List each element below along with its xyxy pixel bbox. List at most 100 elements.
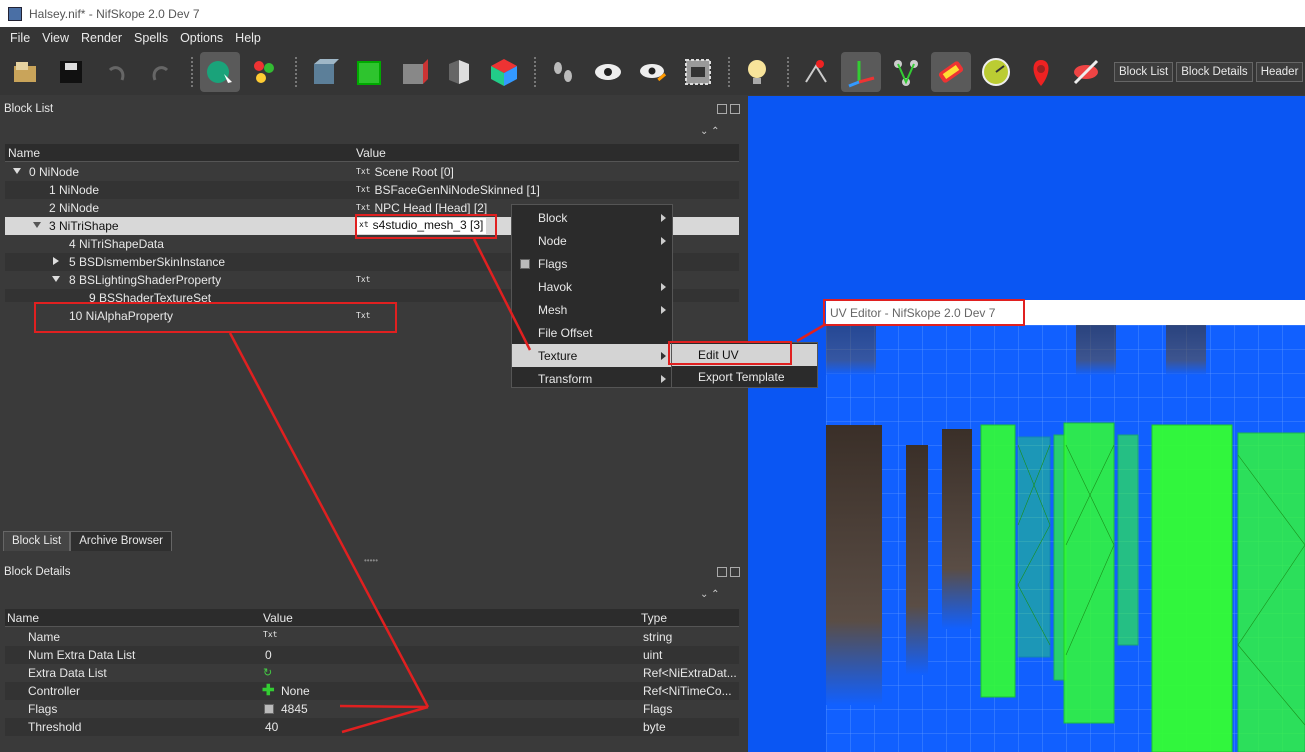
gauge-icon[interactable] (976, 52, 1016, 92)
row-name: 3 NiTriShape (49, 219, 119, 233)
hide-icon[interactable] (1066, 52, 1106, 92)
gray-box-icon[interactable] (394, 52, 434, 92)
field-value[interactable]: 4845 (281, 702, 308, 716)
field-type: Flags (643, 702, 673, 716)
block-list-title: Block List (0, 100, 748, 118)
block-details-title: Block Details (0, 563, 748, 581)
details-table: Name Value Type Name Txt string Num Extr… (5, 609, 739, 752)
annotation-box-mesh-value (355, 214, 497, 239)
float-icon[interactable] (717, 567, 727, 577)
txt-icon: Txt (356, 203, 371, 212)
menu-item-flags[interactable]: Flags (512, 252, 672, 275)
column-header-type[interactable]: Type (641, 611, 667, 625)
block-list-toggle-button[interactable]: Block List (1114, 62, 1174, 82)
details-row[interactable]: Extra Data List ↻ Ref<NiExtraDat... (5, 664, 739, 682)
menu-item-export-template[interactable]: Export Template (672, 366, 817, 388)
texture-icon[interactable] (931, 52, 971, 92)
menu-item-block[interactable]: Block (512, 206, 672, 229)
tree-header: Name Value (5, 144, 739, 162)
field-value[interactable]: 0 (265, 648, 272, 662)
select-multi-icon[interactable] (245, 52, 285, 92)
field-name: Threshold (28, 720, 82, 734)
column-header-value[interactable]: Value (263, 611, 293, 625)
menu-item-file-offset[interactable]: File Offset (512, 321, 672, 344)
select-icon[interactable] (200, 52, 240, 92)
redo-icon[interactable] (141, 52, 181, 92)
green-box-icon[interactable] (349, 52, 389, 92)
field-type: byte (643, 720, 666, 734)
row-value: Txt BSFaceGenNiNodeSkinned [1] (356, 183, 540, 197)
details-row[interactable]: Num Extra Data List 0 uint (5, 646, 739, 664)
details-row[interactable]: Flags 4845 Flags (5, 700, 739, 718)
row-name: 8 BSLightingShaderProperty (69, 273, 222, 287)
toolbar-separator (191, 57, 195, 87)
menu-item-texture[interactable]: Texture (512, 344, 672, 367)
row-name: 1 NiNode (49, 183, 100, 197)
uv-editor-canvas[interactable] (826, 325, 1305, 752)
field-value[interactable]: None (281, 684, 310, 698)
menu-item-transform[interactable]: Transform (512, 367, 672, 390)
expand-arrow-icon[interactable] (13, 168, 21, 174)
column-header-name[interactable]: Name (7, 611, 39, 625)
field-name: Flags (28, 702, 58, 716)
tab-block-list[interactable]: Block List (3, 531, 71, 551)
vertex-icon[interactable] (796, 52, 836, 92)
light-icon[interactable] (737, 52, 777, 92)
bones-icon[interactable] (886, 52, 926, 92)
expand-arrow-icon[interactable] (33, 222, 41, 228)
menu-item-havok[interactable]: Havok (512, 275, 672, 298)
marker-icon[interactable] (1021, 52, 1061, 92)
tree-row[interactable]: 1 NiNode Txt BSFaceGenNiNodeSkinned [1] (5, 181, 739, 199)
refresh-icon: ↻ (263, 667, 273, 679)
txt-icon: Txt (263, 630, 278, 639)
half-box-icon[interactable] (439, 52, 479, 92)
details-row[interactable]: Name Txt string (5, 628, 739, 646)
menu-help[interactable]: Help (229, 31, 267, 45)
add-icon[interactable]: ✚ (262, 681, 275, 699)
menu-render[interactable]: Render (75, 31, 128, 45)
eye-edit-icon[interactable] (633, 52, 673, 92)
footprints-icon[interactable] (543, 52, 583, 92)
box-icon[interactable] (304, 52, 344, 92)
close-icon[interactable] (730, 567, 740, 577)
field-value[interactable]: 40 (265, 720, 278, 734)
collapse-arrows-icon[interactable]: ⌄ ⌃ (700, 126, 720, 137)
axes-icon[interactable] (841, 52, 881, 92)
color-box-icon[interactable] (484, 52, 524, 92)
menu-view[interactable]: View (36, 31, 75, 45)
menu-item-node[interactable]: Node (512, 229, 672, 252)
row-value-text: BSFaceGenNiNodeSkinned [1] (374, 183, 540, 197)
camera-icon[interactable] (678, 52, 718, 92)
header-toggle-button[interactable]: Header (1255, 62, 1304, 82)
expand-arrow-icon[interactable] (53, 257, 59, 265)
menu-file[interactable]: File (4, 31, 36, 45)
column-header-value[interactable]: Value (356, 146, 386, 160)
row-name: 2 NiNode (49, 201, 100, 215)
menu-options[interactable]: Options (174, 31, 229, 45)
undo-icon[interactable] (96, 52, 136, 92)
details-row[interactable]: Threshold 40 byte (5, 718, 739, 736)
tree-row[interactable]: 0 NiNode Txt Scene Root [0] (5, 163, 739, 181)
collapse-arrows-icon[interactable]: ⌄ ⌃ (700, 589, 720, 600)
block-details-toggle-button[interactable]: Block Details (1176, 62, 1253, 82)
row-value-text: NPC Head [Head] [2] (374, 201, 488, 215)
dock-buttons (717, 567, 740, 577)
close-icon[interactable] (730, 104, 740, 114)
flag-icon (264, 704, 274, 714)
eye-icon[interactable] (588, 52, 628, 92)
menu-item-mesh[interactable]: Mesh (512, 298, 672, 321)
expand-arrow-icon[interactable] (52, 276, 60, 282)
title-bar: Halsey.nif* - NifSkope 2.0 Dev 7 (0, 0, 1305, 27)
txt-icon: Txt (356, 185, 371, 194)
details-row[interactable]: Controller ✚ None Ref<NiTimeCo... (5, 682, 739, 700)
column-header-name[interactable]: Name (8, 146, 40, 160)
toolbar-separator (295, 57, 299, 87)
tab-archive-browser[interactable]: Archive Browser (70, 531, 172, 551)
menu-spells[interactable]: Spells (128, 31, 174, 45)
annotation-box-uv-editor (823, 299, 1025, 326)
dock-buttons (717, 104, 740, 114)
open-icon[interactable] (6, 52, 46, 92)
save-icon[interactable] (51, 52, 91, 92)
float-icon[interactable] (717, 104, 727, 114)
row-name: 0 NiNode (29, 165, 80, 179)
